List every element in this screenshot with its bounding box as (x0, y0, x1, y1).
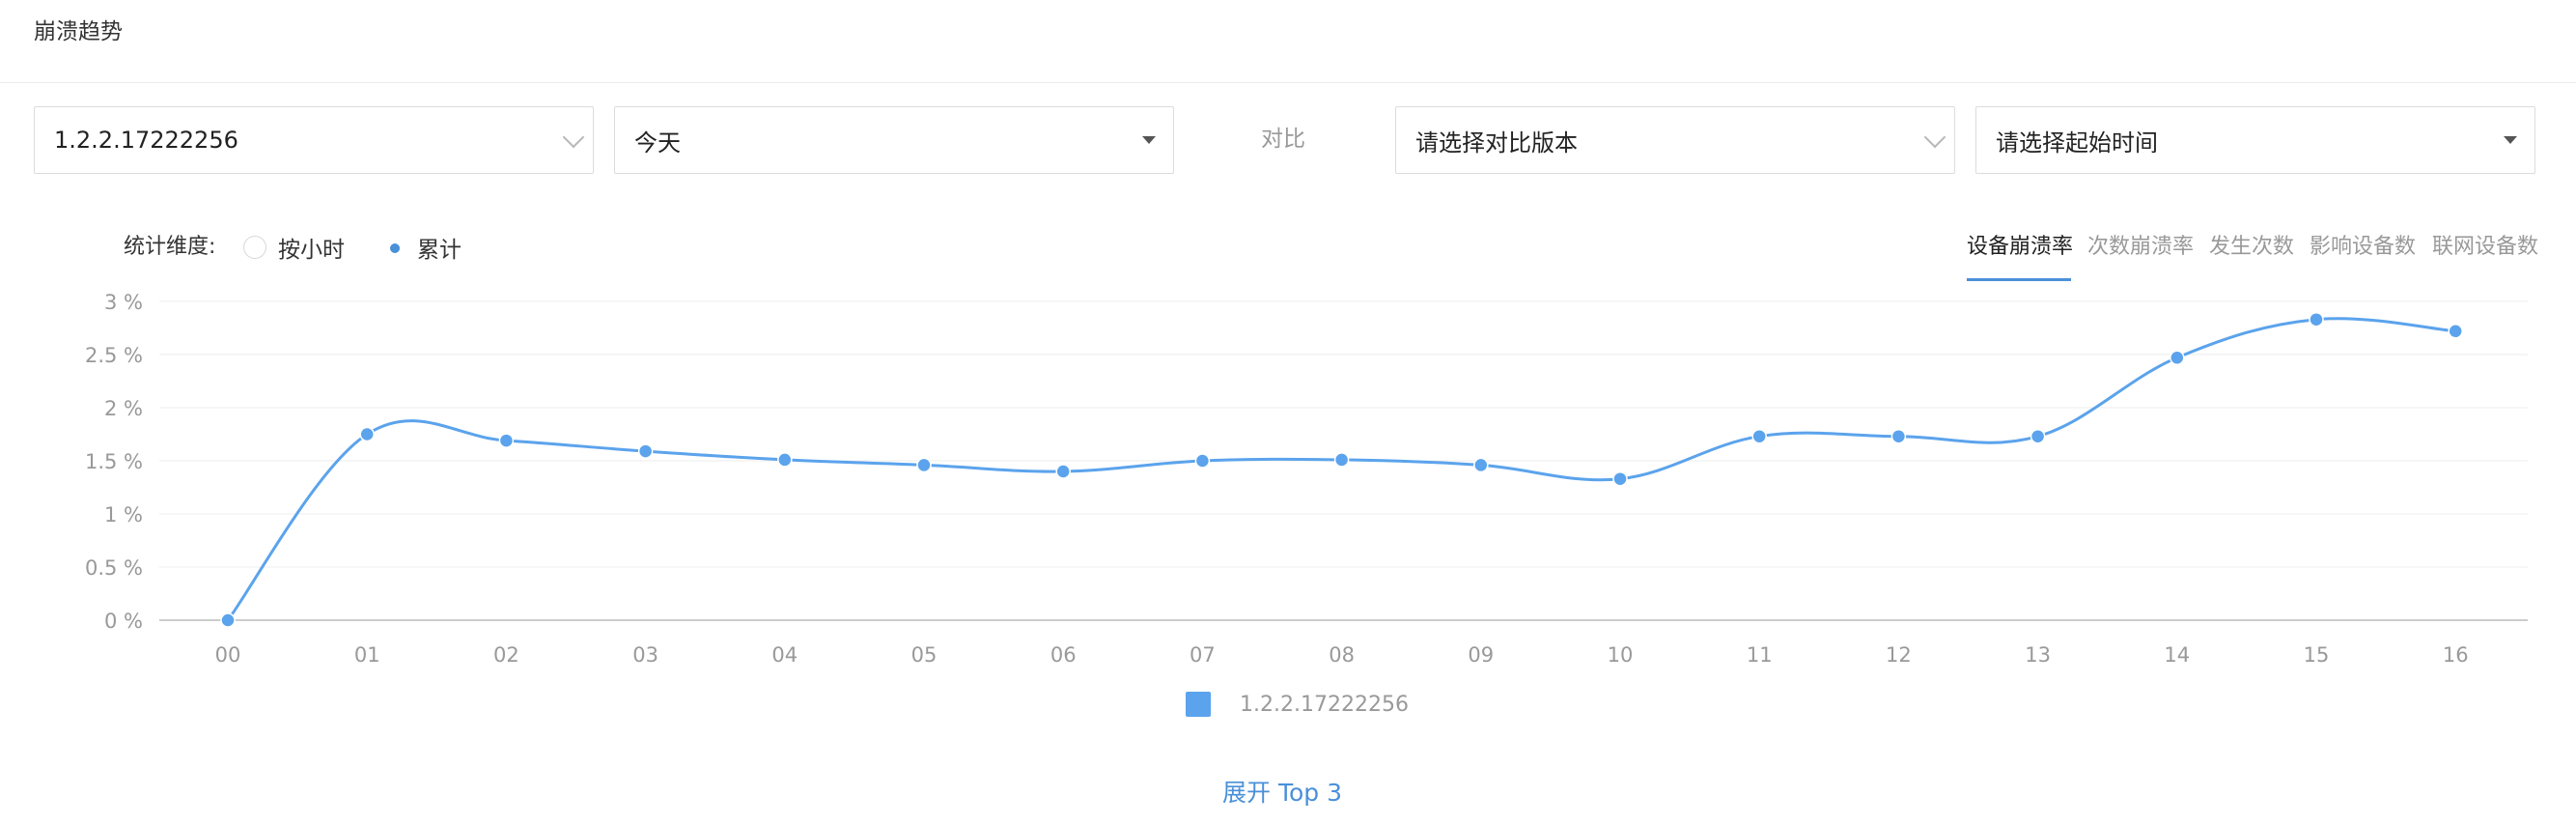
header-divider (0, 82, 2576, 83)
x-tick-label: 09 (1468, 643, 1494, 667)
y-tick-label: 0 % (104, 610, 143, 633)
x-tick-label: 12 (1886, 643, 1912, 667)
start-time-placeholder: 请选择起始时间 (1996, 128, 2158, 156)
y-tick-label: 1 % (104, 503, 143, 526)
caret-down-icon (1142, 136, 1156, 144)
chart-legend[interactable]: 1.2.2.17222256 (1186, 692, 1409, 717)
x-tick-label: 01 (354, 643, 380, 667)
legend-swatch (1186, 692, 1211, 717)
compare-version-placeholder: 请选择对比版本 (1415, 128, 1578, 156)
data-point (2030, 428, 2046, 444)
data-point (498, 433, 515, 448)
date-select[interactable]: 今天 (614, 106, 1174, 174)
data-point (1751, 428, 1767, 444)
chevron-down-icon (1923, 126, 1946, 149)
x-tick-label: 08 (1329, 643, 1355, 667)
dimension-label: 统计维度: (124, 235, 216, 259)
radio-selected-icon (382, 236, 406, 259)
caret-down-icon (2504, 136, 2517, 144)
tab-affected-devices[interactable]: 影响设备数 (2310, 232, 2416, 263)
date-select-value: 今天 (634, 128, 681, 156)
chevron-down-icon (562, 126, 585, 149)
x-tick-label: 10 (1608, 643, 1634, 667)
x-tick-label: 07 (1190, 643, 1216, 667)
x-tick-label: 00 (215, 643, 241, 667)
x-tick-label: 16 (2443, 643, 2469, 667)
x-tick-label: 15 (2304, 643, 2330, 667)
tab-occurrences[interactable]: 发生次数 (2209, 232, 2294, 263)
x-tick-label: 06 (1050, 643, 1077, 667)
x-tick-label: 13 (2025, 643, 2051, 667)
data-point (1055, 464, 1071, 479)
y-tick-label: 3 % (104, 291, 143, 314)
data-point (2170, 350, 2185, 366)
data-point (1890, 428, 1907, 444)
radio-hourly-label: 按小时 (278, 238, 345, 263)
y-tick-label: 1.5 % (85, 450, 143, 473)
y-tick-label: 2.5 % (85, 344, 143, 367)
radio-hourly[interactable]: 按小时 (243, 232, 345, 263)
crash-rate-line-chart: 0 % 0.5 % 1 % 1.5 % 2 % 2.5 % 3 % 00 01 02 03 04 05 0… (85, 291, 2528, 667)
compare-label: 对比 (1261, 127, 1305, 152)
radio-cumulative[interactable]: 累计 (382, 232, 462, 263)
start-time-select[interactable]: 请选择起始时间 (1975, 106, 2535, 174)
radio-circle-icon (243, 236, 266, 259)
y-tick-label: 2 % (104, 397, 143, 420)
compare-version-select[interactable]: 请选择对比版本 (1395, 106, 1955, 174)
tab-online-devices[interactable]: 联网设备数 (2432, 232, 2538, 263)
data-point (2448, 324, 2463, 339)
x-tick-label: 02 (493, 643, 519, 667)
y-tick-label: 0.5 % (85, 556, 143, 580)
x-tick-label: 04 (771, 643, 798, 667)
x-tick-label: 05 (911, 643, 938, 667)
series-line (226, 317, 2456, 621)
data-point (916, 457, 932, 473)
data-point (220, 612, 236, 628)
version-select[interactable]: 1.2.2.17222256 (34, 106, 594, 174)
radio-cumulative-label: 累计 (417, 238, 462, 263)
version-select-value: 1.2.2.17222256 (54, 127, 238, 154)
data-point (1194, 453, 1211, 469)
data-point (1612, 470, 1628, 487)
data-point (637, 443, 654, 459)
tab-count-crash-rate[interactable]: 次数崩溃率 (2087, 232, 2194, 263)
data-point (2309, 311, 2324, 327)
x-tick-label: 03 (632, 643, 658, 667)
x-tick-label: 11 (1747, 643, 1773, 667)
expand-top3-link[interactable]: 展开 Top 3 (1222, 777, 1342, 810)
legend-series-label: 1.2.2.17222256 (1240, 692, 1409, 717)
data-point (359, 426, 375, 442)
tab-device-crash-rate[interactable]: 设备崩溃率 (1967, 232, 2073, 263)
data-point (1333, 452, 1350, 468)
x-tick-label: 14 (2164, 643, 2190, 667)
data-point (777, 452, 793, 468)
page-title: 崩溃趋势 (34, 19, 123, 44)
data-point (1473, 457, 1489, 473)
